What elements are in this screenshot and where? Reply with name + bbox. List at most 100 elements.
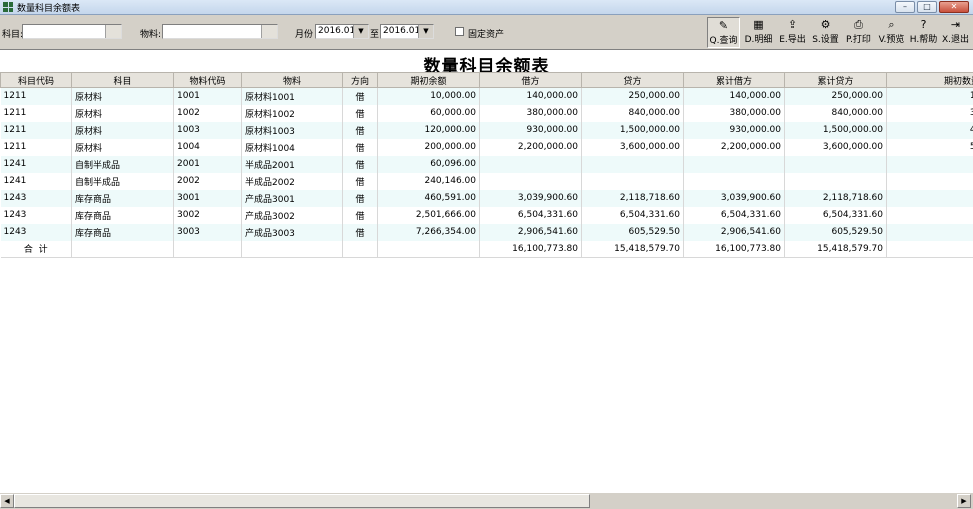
subject-input[interactable] xyxy=(22,24,122,39)
table-cell: 1,500,000.00 xyxy=(581,121,684,139)
month-from-select[interactable]: 2016.01 ▼ xyxy=(315,24,369,39)
table-cell: 605,529.50 xyxy=(581,223,684,241)
col-header[interactable]: 贷方 xyxy=(581,72,684,88)
table-cell: 400 xyxy=(886,121,973,139)
table-header-row: 科目代码 科目 物料代码 物料 方向 期初余额 借方 贷方 累计借方 累计贷方 … xyxy=(0,72,973,88)
table-cell: 250,000.00 xyxy=(581,87,684,105)
table-cell: 250,000.00 xyxy=(784,87,887,105)
total-cell xyxy=(241,240,343,258)
table-cell: 2002 xyxy=(173,172,242,190)
table-row[interactable]: 1243 库存商品 3003 产成品3003 借 7,266,354.00 2,906,54… xyxy=(0,223,973,241)
table-cell: 原材料 xyxy=(71,138,174,156)
table-cell: 产成品3003 xyxy=(241,223,343,241)
table-row[interactable]: 1211 原材料 1002 原材料1002 借 60,000.00 380,000.00 84… xyxy=(0,104,973,122)
table-cell: 2,906,541.60 xyxy=(479,223,582,241)
col-header[interactable]: 累计贷方 xyxy=(784,72,887,88)
exit-button[interactable]: ⇥ X.退出 xyxy=(939,17,972,48)
table-cell: 1004 xyxy=(173,138,242,156)
table-cell: 借 xyxy=(342,172,378,190)
scroll-right-icon[interactable]: ▶ xyxy=(957,494,971,508)
print-button[interactable]: ⎙ P.打印 xyxy=(842,17,875,48)
preview-label: V.预览 xyxy=(878,35,905,45)
table-cell: 930,000.00 xyxy=(683,121,785,139)
exit-icon: ⇥ xyxy=(950,18,961,31)
table-cell: 2,200,000.00 xyxy=(683,138,785,156)
table-cell: 原材料1003 xyxy=(241,121,343,139)
table-cell: 原材料 xyxy=(71,121,174,139)
month-to-select[interactable]: 2016.01 ▼ xyxy=(380,24,434,39)
restore-button[interactable]: □ xyxy=(917,1,937,13)
col-header[interactable]: 期初余额 xyxy=(377,72,480,88)
total-cell: 16,100,773.80 xyxy=(479,240,582,258)
material-input[interactable] xyxy=(162,24,278,39)
minimize-button[interactable]: – xyxy=(895,1,915,13)
table-cell: 1241 xyxy=(0,155,72,173)
table-cell: 3,600,000.00 xyxy=(784,138,887,156)
col-header[interactable]: 累计借方 xyxy=(683,72,785,88)
table-cell: 1211 xyxy=(0,104,72,122)
table-cell xyxy=(784,155,887,173)
export-label: E.导出 xyxy=(779,35,806,45)
total-cell xyxy=(71,240,174,258)
table-cell xyxy=(784,172,887,190)
table-cell xyxy=(683,155,785,173)
query-button[interactable]: ✎ Q.查询 xyxy=(707,17,740,48)
table-row[interactable]: 1211 原材料 1004 原材料1004 借 200,000.00 2,200,000.0… xyxy=(0,138,973,156)
table-cell: 2,118,718.60 xyxy=(581,189,684,207)
table-cell: 库存商品 xyxy=(71,189,174,207)
table-cell: 1243 xyxy=(0,206,72,224)
chevron-down-icon[interactable]: ▼ xyxy=(353,25,368,38)
export-button[interactable]: ⇪ E.导出 xyxy=(776,17,809,48)
chevron-down-icon[interactable]: ▼ xyxy=(418,25,433,38)
table-cell: 1002 xyxy=(173,104,242,122)
window-title: 数量科目余额表 xyxy=(17,3,81,14)
settings-label: S.设置 xyxy=(812,35,839,45)
table-cell xyxy=(581,172,684,190)
table-row[interactable]: 1211 原材料 1003 原材料1003 借 120,000.00 930,000.00 1… xyxy=(0,121,973,139)
close-button[interactable]: ✕ xyxy=(939,1,969,13)
table-cell: 10 xyxy=(886,155,973,173)
table-cell: 840,000.00 xyxy=(581,104,684,122)
table-cell: 借 xyxy=(342,121,378,139)
table-cell xyxy=(581,155,684,173)
table-cell: 3,039,900.60 xyxy=(683,189,785,207)
total-cell: 15,418,579.70 xyxy=(784,240,887,258)
fixed-assets-checkbox[interactable] xyxy=(455,27,464,36)
table-cell: 460,591.00 xyxy=(377,189,480,207)
table-row[interactable]: 1211 原材料 1001 原材料1001 借 10,000.00 140,000.00 25… xyxy=(0,87,973,105)
total-label: 合 计 xyxy=(0,240,72,258)
table-cell: 1243 xyxy=(0,189,72,207)
col-header[interactable]: 物料 xyxy=(241,72,343,88)
table-row[interactable]: 1241自制半成品2001半成品2001借60,096.00 10 xyxy=(0,155,973,173)
horizontal-scrollbar[interactable]: ◀ ▶ xyxy=(0,492,973,509)
col-header[interactable]: 方向 xyxy=(342,72,378,88)
scroll-thumb[interactable] xyxy=(14,494,590,508)
help-icon: ? xyxy=(920,18,927,31)
table-cell: 原材料1002 xyxy=(241,104,343,122)
help-button[interactable]: ? H.帮助 xyxy=(907,17,940,48)
table-row[interactable]: 1241自制半成品2002半成品2002借240,146.00 20 xyxy=(0,172,973,190)
table-cell: 2,906,541.60 xyxy=(683,223,785,241)
table-cell: 借 xyxy=(342,87,378,105)
col-header[interactable]: 科目 xyxy=(71,72,174,88)
col-header[interactable]: 物料代码 xyxy=(173,72,242,88)
table-cell: 120,000.00 xyxy=(377,121,480,139)
col-header[interactable]: 期初数量 xyxy=(886,72,973,88)
table-cell: 1211 xyxy=(0,138,72,156)
detail-label: D.明细 xyxy=(744,35,773,45)
preview-button[interactable]: ⌕ V.预览 xyxy=(875,17,908,48)
table-cell: 1211 xyxy=(0,121,72,139)
table-cell: 半成品2001 xyxy=(241,155,343,173)
table-row[interactable]: 1243 库存商品 3001 产成品3001 借 460,591.00 3,039,900.… xyxy=(0,189,973,207)
detail-button[interactable]: ▦ D.明细 xyxy=(742,17,775,48)
scroll-left-icon[interactable]: ◀ xyxy=(0,494,14,508)
table-row[interactable]: 1243 库存商品 3002 产成品3002 借 2,501,666.00 6,504,33… xyxy=(0,206,973,224)
magnifier-icon: ⌕ xyxy=(888,18,895,31)
table-cell xyxy=(479,155,582,173)
settings-button[interactable]: ⚙ S.设置 xyxy=(809,17,842,48)
print-label: P.打印 xyxy=(846,35,871,45)
col-header[interactable]: 借方 xyxy=(479,72,582,88)
col-header[interactable]: 科目代码 xyxy=(0,72,72,88)
total-cell xyxy=(342,240,378,258)
table-cell: 380,000.00 xyxy=(683,104,785,122)
